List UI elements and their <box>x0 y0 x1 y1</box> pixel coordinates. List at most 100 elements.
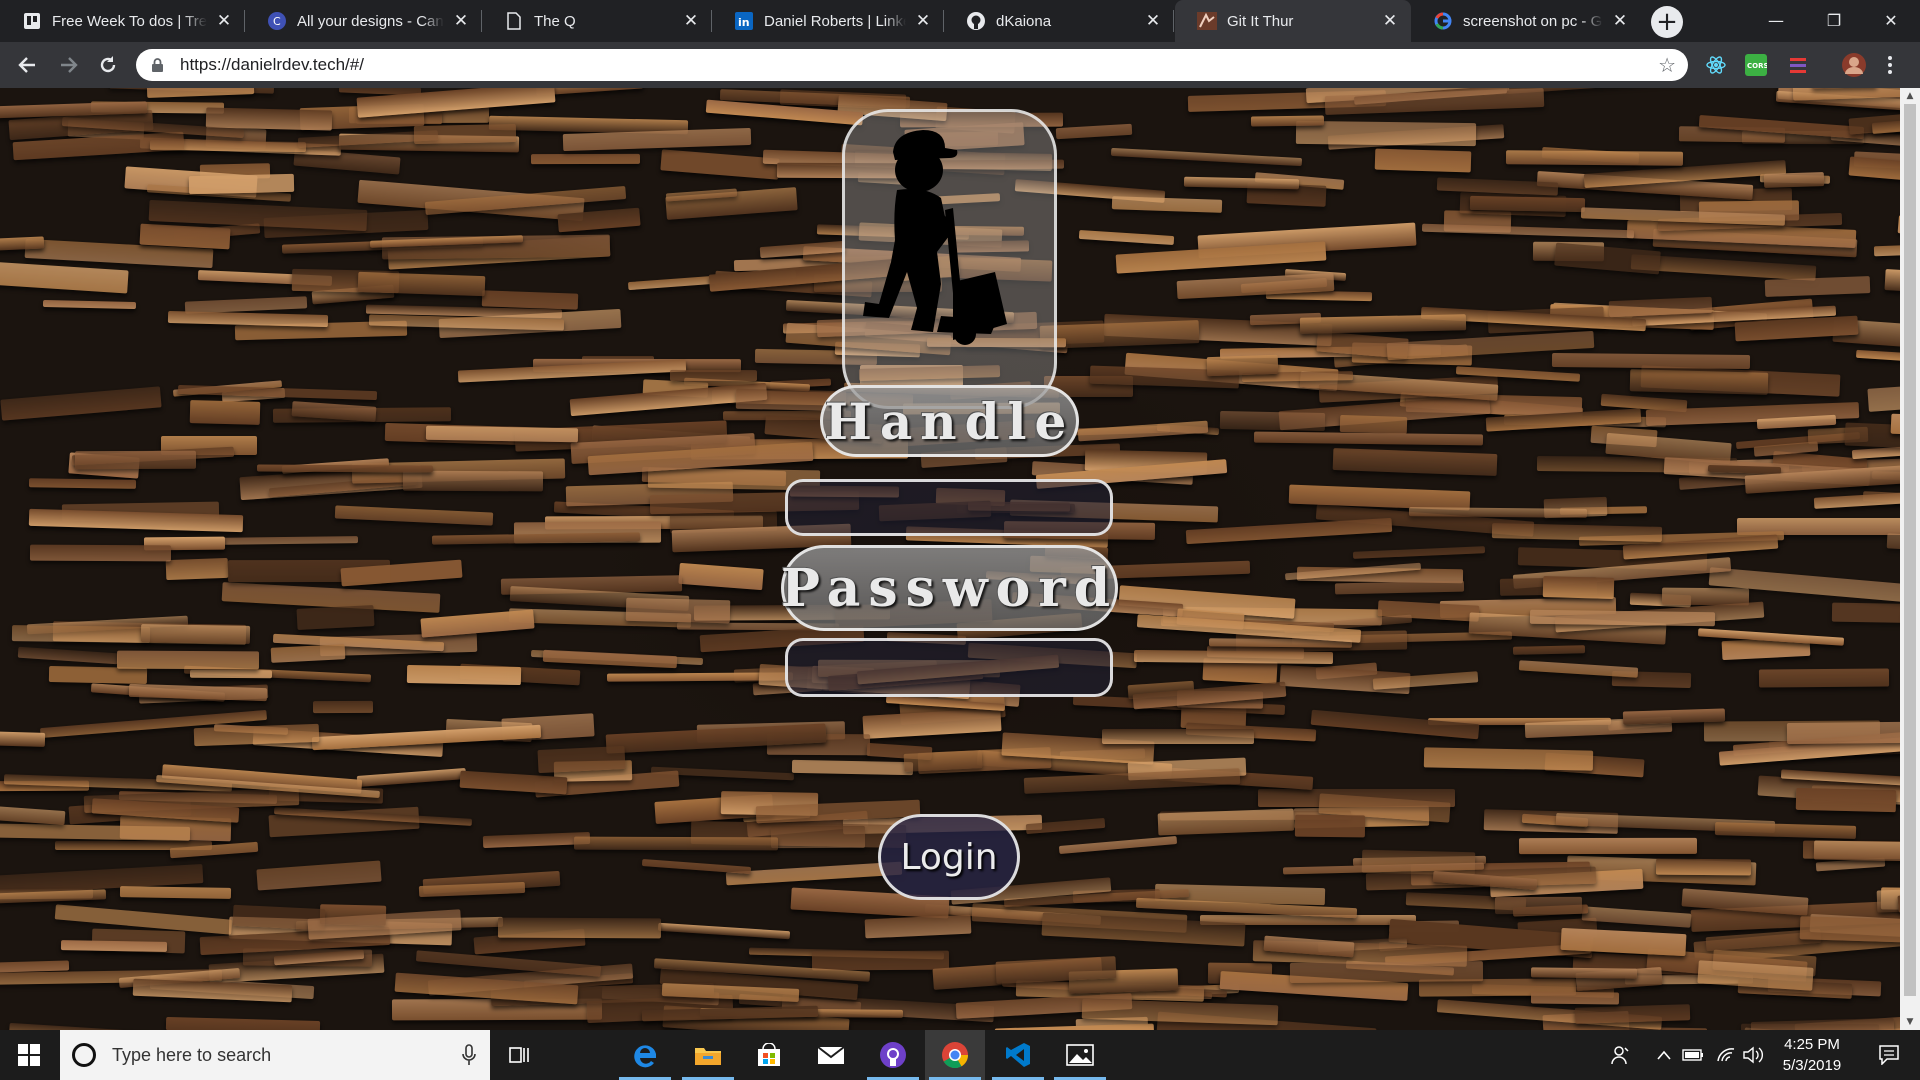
browser-toolbar: https://danielrdev.tech/#/ ☆ CORS <box>0 42 1920 88</box>
action-center-icon[interactable] <box>1864 1030 1914 1080</box>
react-devtools-icon[interactable] <box>1705 54 1727 76</box>
wood-plank <box>1786 720 1900 745</box>
wood-plank <box>406 664 522 686</box>
photos-icon[interactable] <box>1050 1030 1110 1080</box>
wood-plank <box>425 425 579 443</box>
handle-input[interactable] <box>785 479 1113 536</box>
scroll-thumb[interactable] <box>1904 104 1916 996</box>
tab-title: Daniel Roberts | LinkedIn <box>764 12 906 30</box>
wood-plank <box>116 650 260 670</box>
cors-extension-icon[interactable]: CORS <box>1745 54 1767 76</box>
taskbar-clock[interactable]: 4:25 PM 5/3/2019 <box>1762 1034 1862 1076</box>
wood-plank <box>1574 1004 1691 1024</box>
tab-google[interactable]: screenshot on pc - Google ✕ <box>1411 0 1641 42</box>
wood-plank <box>641 859 752 874</box>
wood-plank <box>811 950 950 971</box>
windows-start-icon[interactable] <box>0 1030 58 1080</box>
tab-title: screenshot on pc - Google <box>1463 12 1603 30</box>
wood-plank <box>132 978 293 1003</box>
wood-plank <box>0 386 162 421</box>
login-button[interactable]: Login <box>878 814 1020 900</box>
address-bar[interactable]: https://danielrdev.tech/#/ ☆ <box>136 49 1688 81</box>
wood-plank <box>862 708 1002 739</box>
tab-trello[interactable]: Free Week To dos | Trello ✕ <box>0 0 245 42</box>
store-icon[interactable] <box>739 1030 799 1080</box>
tab-git-it-thur[interactable]: Git It Thur ✕ <box>1175 0 1411 42</box>
wood-plank <box>42 299 137 310</box>
wood-plank <box>1873 241 1900 257</box>
forward-arrow-icon[interactable] <box>54 50 84 80</box>
page-background: Handle Password Login <box>0 88 1900 1030</box>
close-tab-icon[interactable]: ✕ <box>1142 10 1164 32</box>
redux-devtools-icon[interactable] <box>1787 54 1809 76</box>
close-window-button[interactable]: ✕ <box>1862 0 1920 40</box>
wood-plank <box>1334 580 1465 595</box>
wood-plank <box>530 153 641 165</box>
wood-plank <box>1077 420 1209 442</box>
tab-strip: Free Week To dos | Trello ✕ C All your d… <box>0 0 1920 42</box>
show-hidden-icons-chevron-icon[interactable] <box>1652 1030 1676 1080</box>
wood-plank <box>1554 242 1661 275</box>
scroll-down-icon[interactable]: ▼ <box>1900 1014 1920 1030</box>
chrome-icon[interactable] <box>925 1030 985 1080</box>
wood-plank <box>678 562 764 591</box>
file-explorer-icon[interactable] <box>678 1030 738 1080</box>
wood-plank <box>1530 967 1638 979</box>
reload-icon[interactable] <box>93 50 123 80</box>
wood-plank <box>1758 668 1890 688</box>
battery-icon[interactable] <box>1680 1030 1706 1080</box>
wood-plank <box>1102 729 1254 744</box>
mover-with-hand-truck-logo <box>863 130 1007 345</box>
menu-dots-icon[interactable] <box>1883 54 1897 76</box>
tab-the-q[interactable]: The Q ✕ <box>482 0 712 42</box>
wood-plank <box>542 649 678 669</box>
people-icon[interactable] <box>1606 1030 1636 1080</box>
lock-icon <box>150 58 164 72</box>
tab-linkedin[interactable]: in Daniel Roberts | LinkedIn ✕ <box>712 0 944 42</box>
wood-plank <box>1423 747 1594 771</box>
close-tab-icon[interactable]: ✕ <box>213 10 235 32</box>
wood-plank <box>1299 314 1467 334</box>
close-tab-icon[interactable]: ✕ <box>912 10 934 32</box>
wood-plank <box>903 750 983 772</box>
microphone-icon[interactable] <box>462 1044 476 1070</box>
close-tab-icon[interactable]: ✕ <box>1379 10 1401 32</box>
bookmark-star-icon[interactable]: ☆ <box>1658 53 1676 77</box>
wood-plank <box>1629 369 1769 395</box>
wood-plank <box>1058 835 1178 855</box>
page-scrollbar[interactable]: ▲ ▼ <box>1900 88 1920 1030</box>
profile-avatar[interactable] <box>1841 52 1867 78</box>
mail-icon[interactable] <box>801 1030 861 1080</box>
tab-canva[interactable]: C All your designs - Canva ✕ <box>245 0 482 42</box>
github-desktop-icon[interactable] <box>863 1030 923 1080</box>
wood-plank <box>270 644 346 663</box>
close-tab-icon[interactable]: ✕ <box>1609 10 1631 32</box>
wood-plank <box>1813 840 1900 863</box>
edge-icon[interactable] <box>615 1030 675 1080</box>
close-tab-icon[interactable]: ✕ <box>450 10 472 32</box>
wood-plank <box>17 646 119 665</box>
tab-github[interactable]: dKaiona ✕ <box>944 0 1174 42</box>
scroll-up-icon[interactable]: ▲ <box>1900 88 1920 104</box>
wood-plank <box>1339 414 1408 435</box>
wood-plank <box>1374 148 1472 173</box>
back-arrow-icon[interactable] <box>12 50 42 80</box>
minimize-button[interactable]: — <box>1747 0 1805 40</box>
wood-plank <box>1469 195 1586 213</box>
taskbar-search-box[interactable]: Type here to search <box>60 1030 490 1080</box>
wifi-icon[interactable] <box>1713 1030 1739 1080</box>
new-tab-button[interactable]: + <box>1651 6 1683 38</box>
wood-plank <box>459 770 568 795</box>
wood-plank <box>165 557 229 581</box>
wood-plank <box>420 609 535 638</box>
restore-button[interactable]: ❐ <box>1805 0 1863 40</box>
close-tab-icon[interactable]: ✕ <box>680 10 702 32</box>
vscode-icon[interactable] <box>988 1030 1048 1080</box>
task-view-icon[interactable] <box>490 1030 550 1080</box>
wood-plank <box>660 149 780 180</box>
password-input[interactable] <box>785 638 1113 697</box>
wood-plank <box>1512 645 1586 655</box>
wood-plank <box>256 464 434 473</box>
wood-plank <box>1763 172 1825 188</box>
wood-plank <box>1294 814 1366 838</box>
